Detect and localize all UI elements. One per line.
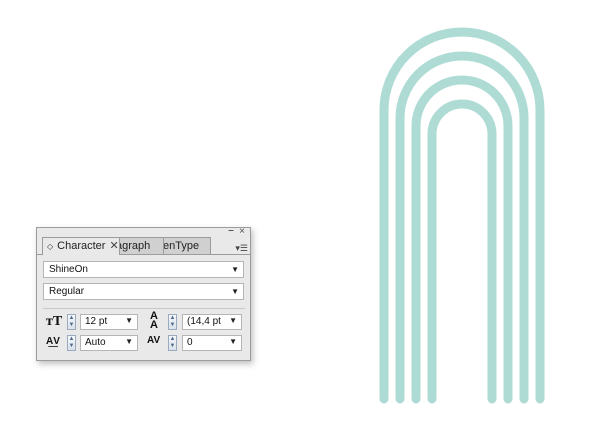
kerning-icon: A͟V <box>46 336 60 347</box>
minimize-icon[interactable]: – <box>226 226 236 237</box>
leading-icon: AA <box>150 310 158 331</box>
tracking-value: 0 <box>187 337 193 348</box>
kerning-value: Auto <box>85 337 106 348</box>
neon-arch-artwork <box>379 27 545 404</box>
chevron-down-icon[interactable]: ▼ <box>229 335 237 349</box>
chevron-down-icon[interactable]: ▼ <box>231 284 239 299</box>
tab-opentype[interactable]: enType <box>160 237 211 254</box>
tab-paragraph[interactable]: agraph <box>114 237 164 254</box>
tab-character-label: Character <box>57 240 106 252</box>
expand-diamond-icon[interactable]: ◇ <box>47 242 53 251</box>
font-size-icon: тT <box>46 314 63 329</box>
chevron-down-icon[interactable]: ▼ <box>125 314 133 328</box>
chevron-down-icon[interactable]: ▼ <box>125 335 133 349</box>
tab-opentype-label: enType <box>163 240 200 252</box>
font-family-select[interactable]: ShineOn ▼ <box>43 261 244 278</box>
chevron-down-icon[interactable]: ▼ <box>229 314 237 328</box>
character-panel: – × ◇ Character ✕ agraph enType ▾☰ ShineOn… <box>36 226 251 361</box>
tracking-field[interactable]: 0 ▼ <box>182 335 242 351</box>
panel-menu-icon[interactable]: ▾☰ <box>235 244 248 253</box>
panel-tabs: ◇ Character ✕ agraph enType <box>42 237 247 255</box>
kerning-field[interactable]: Auto ▼ <box>80 335 138 351</box>
font-style-select[interactable]: Regular ▼ <box>43 283 244 300</box>
kerning-stepper[interactable]: ▲ ▼ <box>67 335 76 351</box>
font-family-value: ShineOn <box>49 264 88 275</box>
leading-stepper[interactable]: ▲ ▼ <box>168 314 177 330</box>
leading-field[interactable]: (14,4 pt ▼ <box>182 314 242 330</box>
tracking-icon: AV <box>147 335 161 346</box>
tab-character[interactable]: ◇ Character ✕ <box>42 237 120 255</box>
font-size-stepper[interactable]: ▲ ▼ <box>67 314 76 330</box>
tab-paragraph-label: agraph <box>116 240 151 252</box>
tracking-stepper[interactable]: ▲ ▼ <box>168 335 177 351</box>
leading-value: (14,4 pt <box>187 316 221 327</box>
font-size-value: 12 pt <box>85 316 108 327</box>
font-style-value: Regular <box>49 286 85 297</box>
arch-core-line <box>427 99 497 404</box>
chevron-down-icon[interactable]: ▼ <box>231 262 239 277</box>
panel-separator <box>43 308 245 309</box>
close-tab-icon[interactable]: ✕ <box>109 240 118 252</box>
font-size-field[interactable]: 12 pt ▼ <box>80 314 138 330</box>
